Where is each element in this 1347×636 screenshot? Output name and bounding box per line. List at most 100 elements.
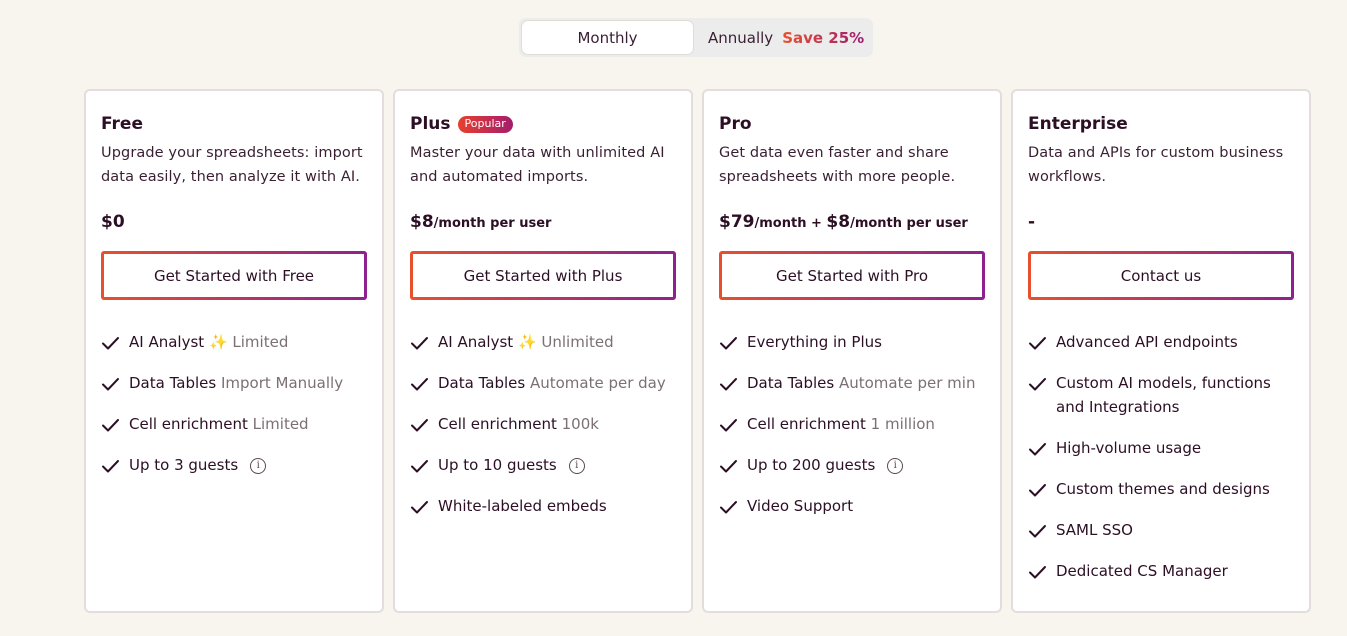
- feature-label: Everything in Plus: [747, 333, 882, 351]
- plan-description: Master your data with unlimited AI and a…: [410, 145, 665, 185]
- feature-label: SAML SSO: [1056, 521, 1133, 539]
- cta-label: Get Started with Free: [153, 266, 315, 285]
- feature-text: Advanced API endpoints: [1056, 330, 1238, 354]
- check-icon: [719, 330, 738, 354]
- price-amount: $79: [719, 212, 755, 232]
- plan-header: Plus Popular: [410, 112, 676, 136]
- check-icon: [719, 371, 738, 395]
- feature-text: Cell enrichment 100k: [438, 412, 599, 436]
- price-amount: -: [1028, 212, 1036, 232]
- feature-label: High-volume usage: [1056, 439, 1202, 457]
- plan-price: $8/month per user: [410, 212, 676, 238]
- info-icon[interactable]: i: [568, 457, 585, 474]
- cta-button-plus[interactable]: Get Started with Plus: [410, 251, 676, 300]
- feature-label: Custom AI models, functions and Integrat…: [1056, 374, 1271, 416]
- plan-description: Data and APIs for custom business workfl…: [1028, 145, 1284, 185]
- cta-button-free[interactable]: Get Started with Free: [101, 251, 367, 300]
- feature-item: Up to 10 guests i: [410, 453, 676, 477]
- cta-button-pro[interactable]: Get Started with Pro: [719, 251, 985, 300]
- feature-label: Cell enrichment: [438, 415, 557, 433]
- feature-list: AI Analyst ✨ Limited Data Tables Import M…: [101, 330, 367, 477]
- feature-text: Up to 10 guests i: [438, 453, 585, 477]
- info-icon[interactable]: i: [250, 457, 267, 474]
- check-icon: [719, 494, 738, 518]
- plan-price: -: [1028, 212, 1294, 238]
- check-icon: [1028, 477, 1047, 501]
- feature-text: AI Analyst ✨ Limited: [129, 330, 288, 354]
- feature-detail: Limited: [232, 333, 289, 351]
- feature-detail: 1 million: [870, 415, 935, 433]
- cta-label: Contact us: [1120, 266, 1202, 285]
- feature-list: AI Analyst ✨ Unlimited Data Tables Automa…: [410, 330, 676, 518]
- feature-text: Dedicated CS Manager: [1056, 559, 1228, 583]
- check-icon: [410, 371, 429, 395]
- feature-item: AI Analyst ✨ Unlimited: [410, 330, 676, 354]
- check-icon: [410, 330, 429, 354]
- feature-text: Custom AI models, functions and Integrat…: [1056, 371, 1294, 419]
- plan-name: Pro: [719, 114, 752, 134]
- feature-text: Up to 3 guests i: [129, 453, 267, 477]
- cta-button-enterprise[interactable]: Contact us: [1028, 251, 1294, 300]
- feature-text: AI Analyst ✨ Unlimited: [438, 330, 614, 354]
- check-icon: [101, 371, 120, 395]
- feature-text: Cell enrichment Limited: [129, 412, 309, 436]
- check-icon: [719, 412, 738, 436]
- check-icon: [410, 453, 429, 477]
- monthly-label: Monthly: [577, 28, 638, 47]
- check-icon: [1028, 330, 1047, 354]
- feature-text: Data Tables Automate per day: [438, 371, 666, 395]
- billing-toggle: Monthly Annually Save 25%: [519, 18, 873, 57]
- plan-description: Upgrade your spreadsheets: import data e…: [101, 145, 363, 185]
- monthly-option[interactable]: Monthly: [522, 21, 693, 54]
- feature-label: Cell enrichment: [129, 415, 248, 433]
- info-icon[interactable]: i: [887, 457, 904, 474]
- popular-badge: Popular: [457, 115, 513, 133]
- feature-text: Everything in Plus: [747, 330, 882, 354]
- plan-description: Get data even faster and share spreadshe…: [719, 145, 956, 185]
- feature-detail: 100k: [561, 415, 599, 433]
- price-unit-per-user: /month per user: [850, 216, 968, 231]
- feature-label: Dedicated CS Manager: [1056, 562, 1228, 580]
- feature-label: AI Analyst: [438, 333, 514, 351]
- feature-text: Up to 200 guests i: [747, 453, 904, 477]
- price-amount: $8: [410, 212, 434, 232]
- feature-label: Up to 10 guests: [438, 456, 557, 474]
- feature-label: Video Support: [747, 497, 854, 515]
- plan-card-free: Free Upgrade your spreadsheets: import da…: [84, 89, 384, 613]
- annually-option[interactable]: Annually Save 25%: [693, 21, 870, 54]
- check-icon: [101, 453, 120, 477]
- feature-item: Data Tables Import Manually: [101, 371, 367, 395]
- check-icon: [1028, 559, 1047, 583]
- feature-text: Cell enrichment 1 million: [747, 412, 935, 436]
- feature-item: Data Tables Automate per min: [719, 371, 985, 395]
- plan-header: Enterprise: [1028, 112, 1294, 136]
- feature-item: High-volume usage: [1028, 436, 1294, 460]
- feature-item: Up to 200 guests i: [719, 453, 985, 477]
- feature-detail: Automate per min: [838, 374, 976, 392]
- check-icon: [101, 412, 120, 436]
- feature-item: Custom AI models, functions and Integrat…: [1028, 371, 1294, 419]
- plan-name: Free: [101, 114, 143, 134]
- feature-label: Data Tables: [747, 374, 835, 392]
- price-amount-per-user: $8: [826, 212, 851, 232]
- check-icon: [719, 453, 738, 477]
- price-amount: $0: [101, 212, 125, 232]
- feature-item: White-labeled embeds: [410, 494, 676, 518]
- feature-text: High-volume usage: [1056, 436, 1201, 460]
- feature-label: Data Tables: [438, 374, 526, 392]
- feature-item: SAML SSO: [1028, 518, 1294, 542]
- feature-label: Data Tables: [129, 374, 217, 392]
- sparkle-icon: ✨: [517, 333, 537, 351]
- pricing-cards: Free Upgrade your spreadsheets: import da…: [84, 89, 1311, 613]
- feature-label: White-labeled embeds: [438, 497, 607, 515]
- plan-price: $0: [101, 212, 367, 238]
- price-unit: /month: [754, 216, 807, 231]
- feature-text: Data Tables Import Manually: [129, 371, 343, 395]
- check-icon: [101, 330, 120, 354]
- save-badge: Save 25%: [782, 28, 865, 47]
- feature-item: Data Tables Automate per day: [410, 371, 676, 395]
- feature-item: Everything in Plus: [719, 330, 985, 354]
- feature-item: Up to 3 guests i: [101, 453, 367, 477]
- cta-label: Get Started with Pro: [775, 266, 929, 285]
- feature-text: White-labeled embeds: [438, 494, 607, 518]
